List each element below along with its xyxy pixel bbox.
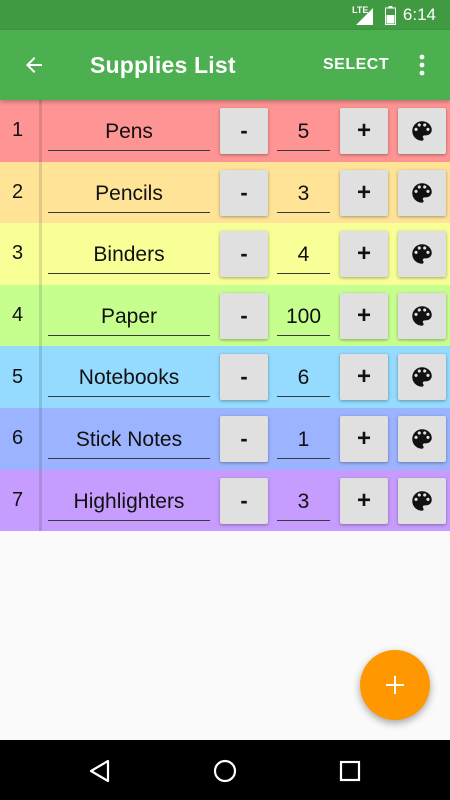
circle-home-icon [213,759,237,783]
decrement-button[interactable]: - [220,231,268,278]
arrow-back-icon [26,57,42,73]
palette-icon [412,306,432,326]
quantity-field[interactable]: 3 [277,180,330,213]
palette-icon [412,367,432,388]
item-name-field[interactable]: Notebooks [48,364,210,398]
row-index: 3 [0,223,42,285]
quantity-field[interactable]: 4 [277,241,330,275]
status-bar: LTE 6:14 [0,0,450,30]
palette-icon [412,182,432,203]
decrement-button[interactable]: - [220,169,268,216]
row-index: 5 [0,346,42,408]
quantity-field[interactable]: 3 [277,488,330,521]
list-item: 3 Binders - 4 + [0,223,450,285]
nav-back-button[interactable] [86,757,114,785]
row-index: 2 [0,161,42,224]
list-item: 4 Paper - 100 + [0,284,450,347]
list-item: 7 Highlighters - 3 + [0,469,450,532]
signal-icon [356,8,373,25]
list-item: 1 Pens - 5 + [0,100,450,162]
system-nav-bar [0,740,450,800]
item-name-field[interactable]: Pens [48,118,210,151]
add-icon [386,676,404,694]
app-bar: Supplies List SELECT [0,30,450,100]
back-button[interactable] [14,45,54,85]
page-title: Supplies List [90,52,236,78]
more-vert-icon [419,54,425,76]
clock: 6:14 [402,5,436,24]
quantity-field[interactable]: 1 [277,426,330,459]
decrement-button[interactable]: - [220,108,268,154]
item-name-field[interactable]: Highlighters [48,488,210,521]
row-index: 4 [0,284,42,347]
supplies-list: 1 Pens - 5 + 2 Pencils - 3 + 3 Binders -… [0,100,450,532]
decrement-button[interactable]: - [220,292,268,339]
item-name-field[interactable]: Stick Notes [48,426,210,459]
color-picker-button[interactable] [398,415,446,462]
nav-home-button[interactable] [211,757,239,785]
decrement-button[interactable]: - [220,354,268,401]
row-index: 7 [0,469,42,532]
palette-icon [412,490,432,511]
item-name-field[interactable]: Binders [48,241,210,275]
color-picker-button[interactable] [398,231,446,278]
item-name-field[interactable]: Paper [48,303,210,336]
increment-button[interactable]: + [340,477,388,524]
color-picker-button[interactable] [398,169,446,216]
increment-button[interactable]: + [340,354,388,401]
list-item: 2 Pencils - 3 + [0,161,450,224]
quantity-field[interactable]: 100 [277,303,330,336]
triangle-back-icon [89,759,110,783]
quantity-field[interactable]: 5 [277,118,330,151]
increment-button[interactable]: + [340,415,388,462]
decrement-button[interactable]: - [220,415,268,462]
row-index: 6 [0,407,42,470]
add-item-fab[interactable] [360,650,430,720]
palette-icon [412,121,432,141]
list-item: 5 Notebooks - 6 + [0,346,450,408]
increment-button[interactable]: + [340,169,388,216]
select-button[interactable]: SELECT [323,56,389,74]
battery-icon [385,6,396,25]
item-name-field[interactable]: Pencils [48,180,210,213]
increment-button[interactable]: + [340,108,388,154]
color-picker-button[interactable] [398,108,446,154]
palette-icon [412,244,432,264]
nav-recents-button[interactable] [336,757,364,785]
decrement-button[interactable]: - [220,477,268,524]
color-picker-button[interactable] [398,477,446,524]
increment-button[interactable]: + [340,231,388,278]
quantity-field[interactable]: 6 [277,364,330,398]
increment-button[interactable]: + [340,292,388,339]
list-item: 6 Stick Notes - 1 + [0,407,450,470]
color-picker-button[interactable] [398,354,446,401]
overflow-menu-button[interactable] [410,50,434,80]
row-index: 1 [0,100,42,162]
palette-icon [412,429,432,449]
square-recents-icon [339,760,361,782]
color-picker-button[interactable] [398,292,446,339]
